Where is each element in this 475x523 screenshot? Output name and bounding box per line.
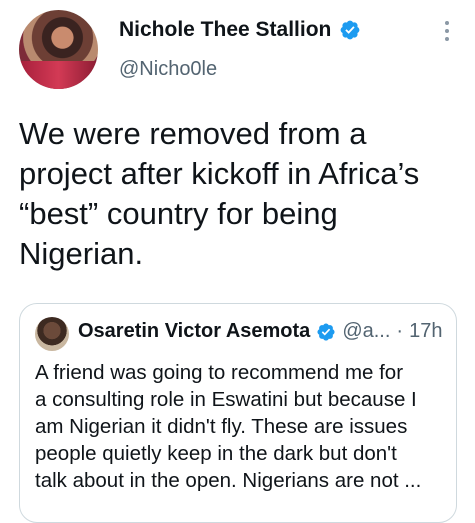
- quoted-tweet-card[interactable]: Osaretin Victor Asemota @a... · 17h A fr…: [19, 303, 457, 523]
- quoted-author-handle[interactable]: @a...: [342, 320, 390, 343]
- quoted-author-name[interactable]: Osaretin Victor Asemota: [78, 320, 310, 343]
- quoted-tweet-header: Osaretin Victor Asemota @a... · 17h: [78, 320, 442, 343]
- tweet-text: We were removed from a project after kic…: [19, 116, 420, 271]
- author-handle[interactable]: @Nicho0le: [119, 58, 217, 81]
- quoted-tweet-time[interactable]: 17h: [409, 320, 442, 343]
- more-options-icon[interactable]: [443, 21, 451, 41]
- separator-dot: ·: [396, 320, 404, 342]
- author-name[interactable]: Nichole Thee Stallion: [119, 18, 331, 42]
- verified-badge-icon: [340, 20, 360, 40]
- verified-badge-icon: [317, 322, 335, 341]
- author-name-row: Nichole Thee Stallion: [119, 18, 361, 42]
- author-avatar[interactable]: [19, 10, 98, 89]
- quoted-author-avatar[interactable]: [35, 317, 69, 351]
- quoted-tweet-text: A friend was going to recommend me for a…: [35, 361, 422, 492]
